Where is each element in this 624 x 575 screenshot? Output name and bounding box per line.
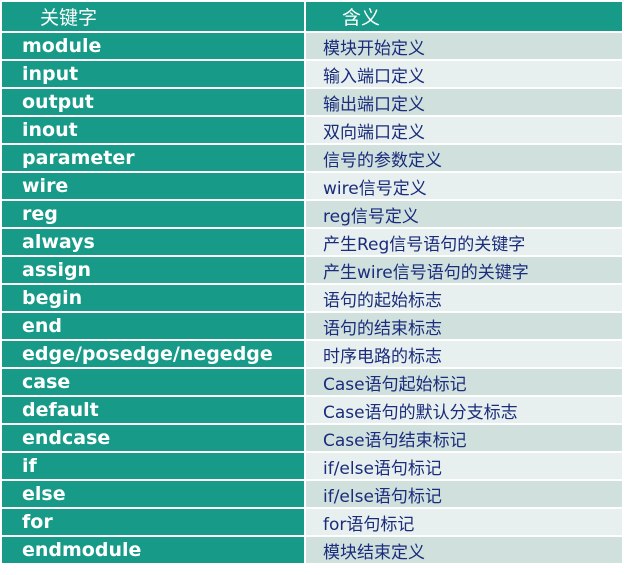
header-row: 关键字 含义 bbox=[0, 2, 624, 33]
meaning-cell: if/else语句标记 bbox=[304, 480, 624, 509]
meaning-cell: Case语句结束标记 bbox=[304, 424, 624, 453]
table-row: endmodule 模块结束定义 bbox=[0, 536, 624, 565]
table-header: 关键字 含义 bbox=[0, 2, 624, 33]
meaning-cell: wire信号定义 bbox=[304, 172, 624, 201]
meaning-cell: if/else语句标记 bbox=[304, 452, 624, 481]
table-row: inout 双向端口定义 bbox=[0, 116, 624, 145]
table-row: module 模块开始定义 bbox=[0, 32, 624, 61]
table-row: for for语句标记 bbox=[0, 508, 624, 537]
verilog-keyword-table: 关键字 含义 module 模块开始定义 input 输入端口定义 output… bbox=[0, 2, 624, 565]
keyword-cell: case bbox=[0, 368, 306, 397]
meaning-cell: Case语句起始标记 bbox=[304, 368, 624, 397]
table-row: parameter 信号的参数定义 bbox=[0, 144, 624, 173]
table-row: always 产生Reg信号语句的关键字 bbox=[0, 228, 624, 257]
meaning-cell: 模块结束定义 bbox=[304, 536, 624, 565]
header-keyword: 关键字 bbox=[0, 2, 306, 33]
table-row: case Case语句起始标记 bbox=[0, 368, 624, 397]
table-body: module 模块开始定义 input 输入端口定义 output 输出端口定义… bbox=[0, 32, 624, 565]
keyword-cell: wire bbox=[0, 172, 306, 201]
table-row: default Case语句的默认分支标志 bbox=[0, 396, 624, 425]
keyword-cell: always bbox=[0, 228, 306, 257]
table-row: assign 产生wire信号语句的关键字 bbox=[0, 256, 624, 285]
keyword-cell: module bbox=[0, 32, 306, 61]
meaning-cell: 模块开始定义 bbox=[304, 32, 624, 61]
table-row: input 输入端口定义 bbox=[0, 60, 624, 89]
meaning-cell: 产生Reg信号语句的关键字 bbox=[304, 228, 624, 257]
meaning-cell: 输出端口定义 bbox=[304, 88, 624, 117]
table-row: endcase Case语句结束标记 bbox=[0, 424, 624, 453]
meaning-cell: 时序电路的标志 bbox=[304, 340, 624, 369]
table-row: reg reg信号定义 bbox=[0, 200, 624, 229]
keyword-cell: inout bbox=[0, 116, 306, 145]
meaning-cell: reg信号定义 bbox=[304, 200, 624, 229]
keyword-cell: endcase bbox=[0, 424, 306, 453]
meaning-cell: Case语句的默认分支标志 bbox=[304, 396, 624, 425]
keyword-cell: else bbox=[0, 480, 306, 509]
keyword-cell: for bbox=[0, 508, 306, 537]
keyword-cell: assign bbox=[0, 256, 306, 285]
keyword-cell: output bbox=[0, 88, 306, 117]
table-row: else if/else语句标记 bbox=[0, 480, 624, 509]
table-row: begin 语句的起始标志 bbox=[0, 284, 624, 313]
keyword-cell: end bbox=[0, 312, 306, 341]
keyword-cell: endmodule bbox=[0, 536, 306, 565]
keyword-table-container: 关键字 含义 module 模块开始定义 input 输入端口定义 output… bbox=[0, 0, 624, 571]
keyword-cell: default bbox=[0, 396, 306, 425]
meaning-cell: 语句的起始标志 bbox=[304, 284, 624, 313]
keyword-cell: input bbox=[0, 60, 306, 89]
header-meaning: 含义 bbox=[304, 2, 624, 33]
meaning-cell: 双向端口定义 bbox=[304, 116, 624, 145]
meaning-cell: 输入端口定义 bbox=[304, 60, 624, 89]
table-row: output 输出端口定义 bbox=[0, 88, 624, 117]
meaning-cell: 语句的结束标志 bbox=[304, 312, 624, 341]
keyword-cell: reg bbox=[0, 200, 306, 229]
meaning-cell: for语句标记 bbox=[304, 508, 624, 537]
table-row: edge/posedge/negedge 时序电路的标志 bbox=[0, 340, 624, 369]
table-row: end 语句的结束标志 bbox=[0, 312, 624, 341]
table-row: if if/else语句标记 bbox=[0, 452, 624, 481]
keyword-cell: begin bbox=[0, 284, 306, 313]
meaning-cell: 产生wire信号语句的关键字 bbox=[304, 256, 624, 285]
meaning-cell: 信号的参数定义 bbox=[304, 144, 624, 173]
keyword-cell: if bbox=[0, 452, 306, 481]
keyword-cell: edge/posedge/negedge bbox=[0, 340, 306, 369]
table-row: wire wire信号定义 bbox=[0, 172, 624, 201]
keyword-cell: parameter bbox=[0, 144, 306, 173]
